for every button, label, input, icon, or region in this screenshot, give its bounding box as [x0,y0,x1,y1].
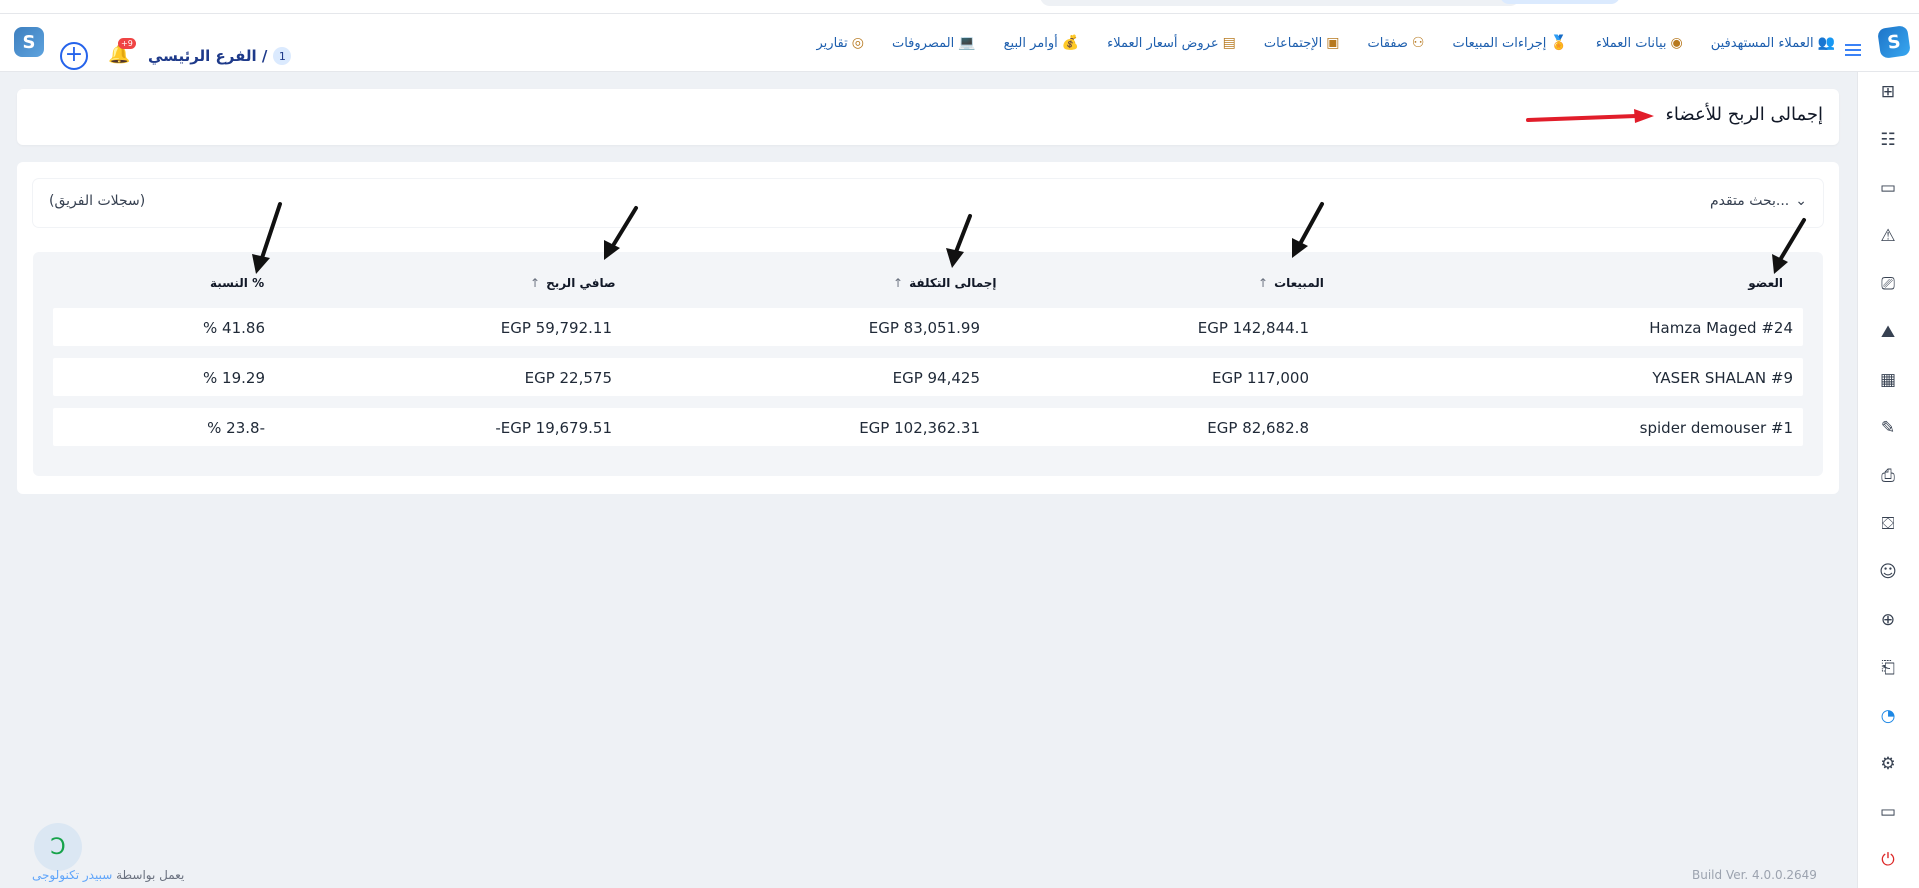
chat-widget-icon[interactable]: Ↄ [34,823,82,871]
cell-sales: EGP 142,844.1 [1197,319,1309,337]
cell-member: YASER SHALAN #9 [1652,369,1793,387]
cell-total-cost: EGP 83,051.99 [868,319,980,337]
cell-net-profit: EGP 22,575 [524,369,612,387]
black-arrow-annotation [1292,202,1324,258]
document-search-icon[interactable]: ⎗ [1876,656,1900,680]
sales-orders-icon: 💰 [1061,35,1080,51]
nav-target-customers[interactable]: 👥 العملاء المستهدفين [1711,35,1835,51]
black-arrow-annotation [604,206,638,260]
sales-actions-icon: 🏅 [1550,35,1568,51]
power-icon[interactable]: ⏻ [1876,848,1900,872]
warning-icon[interactable]: ⚠ [1876,224,1900,248]
cash-icon[interactable]: ▭ [1876,176,1900,200]
table-row[interactable]: Hamza Maged #24 EGP 142,844.1 EGP 83,051… [53,308,1803,346]
page-title: إجمالى الربح للأعضاء [1665,104,1823,125]
video-icon[interactable]: ⎚ [1876,272,1900,296]
report-card: ⌄ بحث متقدم... (سجلات الفريق) العضو المب… [17,162,1839,494]
cell-member: spider demouser #1 [1639,419,1793,437]
nav-sales-orders[interactable]: 💰 أوامر البيع [1004,35,1080,51]
add-button[interactable]: + [60,42,88,70]
team-records-label: (سجلات الفريق) [49,193,146,209]
add-document-icon[interactable]: ⊕ [1876,608,1900,632]
mountain-icon[interactable]: ⛰ [1876,320,1900,344]
cell-member: Hamza Maged #24 [1649,319,1793,337]
red-arrow-annotation [1526,109,1654,123]
advanced-search-bar: ⌄ بحث متقدم... (سجلات الفريق) [33,179,1823,227]
nav-quotes[interactable]: ▤ عروض أسعار العملاء [1107,35,1236,51]
profit-table: العضو المبيعات ↑ إجمالى التكلفة ↑ صافي الر… [33,252,1823,476]
branch-label: الفرع الرئيسي / [148,47,268,65]
expenses-icon: 💻 [958,35,976,51]
header-net-profit[interactable]: صافي الربح ↑ [530,276,616,290]
cell-ratio: % 23.8- [207,419,265,437]
app-logo-small-icon[interactable]: S [14,27,44,57]
sort-arrow-icon: ↑ [1258,276,1269,290]
sort-arrow-icon: ↑ [530,276,541,290]
browser-button[interactable] [1500,0,1620,4]
table-row[interactable]: YASER SHALAN #9 EGP 117,000 EGP 94,425 E… [53,358,1803,396]
reports-icon: ◎ [851,35,864,51]
meetings-icon: ▣ [1326,35,1340,51]
nav-meetings[interactable]: ▣ الإجتماعات [1264,35,1340,51]
cell-total-cost: EGP 102,362.31 [859,419,980,437]
main-nav: 👥 العملاء المستهدفين ◉ بيانات العملاء 🏅 إجر… [817,14,1836,72]
header-ratio[interactable]: النسبة % [210,276,264,290]
cell-sales: EGP 82,682.8 [1207,419,1309,437]
header-member[interactable]: العضو [1748,276,1783,290]
chevron-down-icon: ⌄ [1795,193,1807,209]
brand-link[interactable]: سبيدر تكنولوجى [32,868,112,882]
cell-net-profit: EGP 59,792.11 [500,319,612,337]
nav-customer-data[interactable]: ◉ بيانات العملاء [1596,35,1683,51]
profit-report-icon[interactable]: ◔ [1876,704,1900,728]
notification-badge: +9 [118,38,136,49]
cell-ratio: % 41.86 [203,319,265,337]
nav-sales-actions[interactable]: 🏅 إجراءات المبيعات [1452,35,1567,51]
new-record-icon[interactable]: ⊞ [1876,80,1900,104]
menu-icon[interactable] [1845,44,1861,56]
team-icon[interactable]: ☷ [1876,128,1900,152]
customer-data-icon: ◉ [1670,35,1683,51]
header-sales[interactable]: المبيعات ↑ [1258,276,1324,290]
table-row[interactable]: spider demouser #1 EGP 82,682.8 EGP 102,… [53,408,1803,446]
black-arrow-annotation [252,202,282,274]
cell-ratio: % 19.29 [203,369,265,387]
app-logo-icon[interactable]: S [1877,25,1911,59]
sidebar: ⊞ ☷ ▭ ⚠ ⎚ ⛰ ▦ ✎ ⎙ ⛋ ☺ ⊕ ⎗ ◔ ⚙ ▭ ⏻ [1857,72,1919,888]
black-arrow-annotation [1772,218,1806,274]
black-arrow-annotation [946,214,972,268]
branch-number: 1 [273,47,292,65]
user-icon[interactable]: ☺ [1876,560,1900,584]
cell-sales: EGP 117,000 [1212,369,1309,387]
deals-icon: ⚇ [1411,35,1425,51]
cell-total-cost: EGP 94,425 [892,369,980,387]
gear-icon[interactable]: ⚙ [1876,752,1900,776]
quotes-icon: ▤ [1222,35,1236,51]
browser-top-strip [0,0,1919,14]
target-customers-icon: 👥 [1817,35,1835,51]
advanced-search-toggle[interactable]: ⌄ بحث متقدم... [1710,193,1807,209]
sort-arrow-icon: ↑ [893,276,904,290]
window-icon[interactable]: ▭ [1876,800,1900,824]
notifications-button[interactable]: 🔔 +9 [108,38,136,65]
pen-icon[interactable]: ✎ [1876,416,1900,440]
boxes-icon[interactable]: ⛋ [1876,512,1900,536]
powered-by: يعمل بواسطة سبيدر تكنولوجى [32,868,185,882]
nav-expenses[interactable]: 💻 المصروفات [892,35,976,51]
invoice-icon[interactable]: ▦ [1876,368,1900,392]
printer-icon[interactable]: ⎙ [1876,464,1900,488]
nav-reports[interactable]: ◎ تقارير [817,35,864,51]
address-bar[interactable] [1040,0,1520,6]
build-version: Build Ver. 4.0.0.2649 [1692,868,1817,882]
cell-net-profit: -EGP 19,679.51 [495,419,612,437]
branch-selector[interactable]: 1 الفرع الرئيسي / [148,47,292,65]
header-total-cost[interactable]: إجمالى التكلفة ↑ [893,276,997,290]
nav-deals[interactable]: ⚇ صفقات [1368,35,1425,51]
